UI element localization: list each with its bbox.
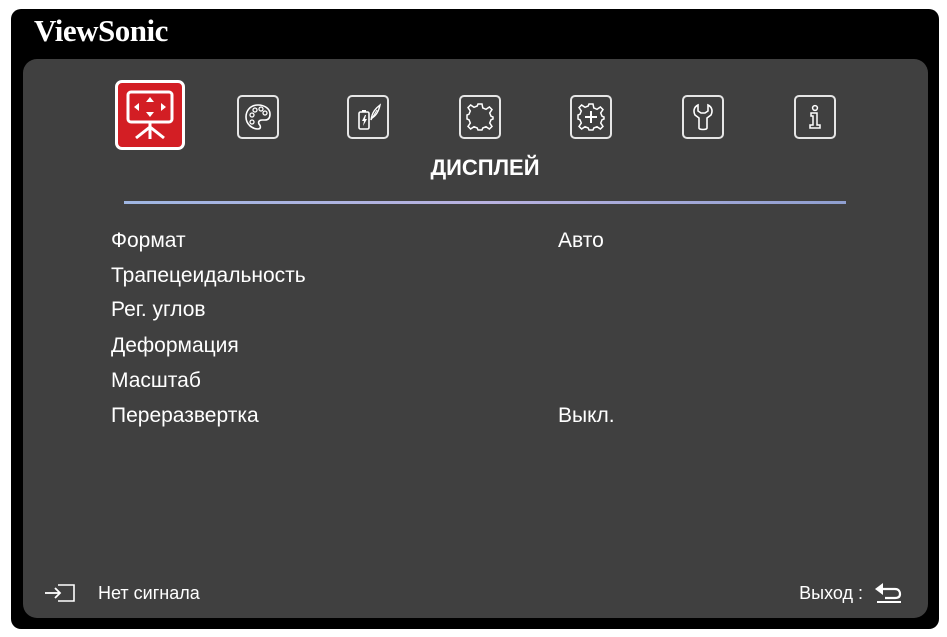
menu-item-warping[interactable]: Деформация — [111, 329, 831, 363]
section-title: ДИСПЛЕЙ — [430, 155, 540, 180]
menu-item-label: Переразвертка — [111, 404, 259, 427]
menu-item-label: Деформация — [111, 334, 239, 357]
menu-item-label: Формат — [111, 229, 186, 252]
info-icon — [809, 104, 821, 129]
power-management-icon — [358, 103, 382, 130]
menu-item-keystone[interactable]: Трапецеидальность — [111, 259, 831, 293]
menu-item-value: Авто — [558, 229, 604, 252]
menu-item-label: Рег. углов — [111, 298, 206, 321]
menu-item-zoom[interactable]: Масштаб — [111, 364, 831, 398]
exit-label: Выход : — [799, 582, 863, 603]
display-icon — [126, 90, 174, 140]
brand-logo: ViewSonic — [34, 13, 168, 48]
return-icon — [875, 583, 902, 603]
palette-icon — [245, 104, 271, 130]
tab-power[interactable] — [347, 95, 389, 139]
tab-display[interactable] — [115, 80, 185, 150]
menu-item-value: Выкл. — [558, 404, 615, 427]
exit-hint[interactable]: Выход : — [799, 580, 903, 606]
wrench-icon — [693, 103, 713, 131]
menu-item-label: Трапецеидальность — [111, 264, 306, 287]
input-status: Нет сигнала — [44, 580, 200, 606]
tab-basic[interactable] — [459, 95, 501, 139]
menu-item-overscan[interactable]: Переразвертка Выкл. — [111, 399, 831, 433]
input-status-text: Нет сигнала — [98, 582, 200, 603]
advanced-settings-icon — [577, 103, 605, 131]
menu-item-label: Масштаб — [111, 369, 201, 392]
menu-item-corner-adjust[interactable]: Рег. углов — [111, 293, 831, 327]
tab-picture[interactable] — [237, 95, 279, 139]
menu-item-format[interactable]: Формат Авто — [111, 224, 831, 258]
input-source-icon — [45, 584, 75, 602]
title-divider — [124, 201, 846, 204]
tab-advanced[interactable] — [570, 95, 612, 139]
basic-settings-icon — [466, 103, 494, 131]
tab-information[interactable] — [794, 95, 836, 139]
tab-system[interactable] — [682, 95, 724, 139]
